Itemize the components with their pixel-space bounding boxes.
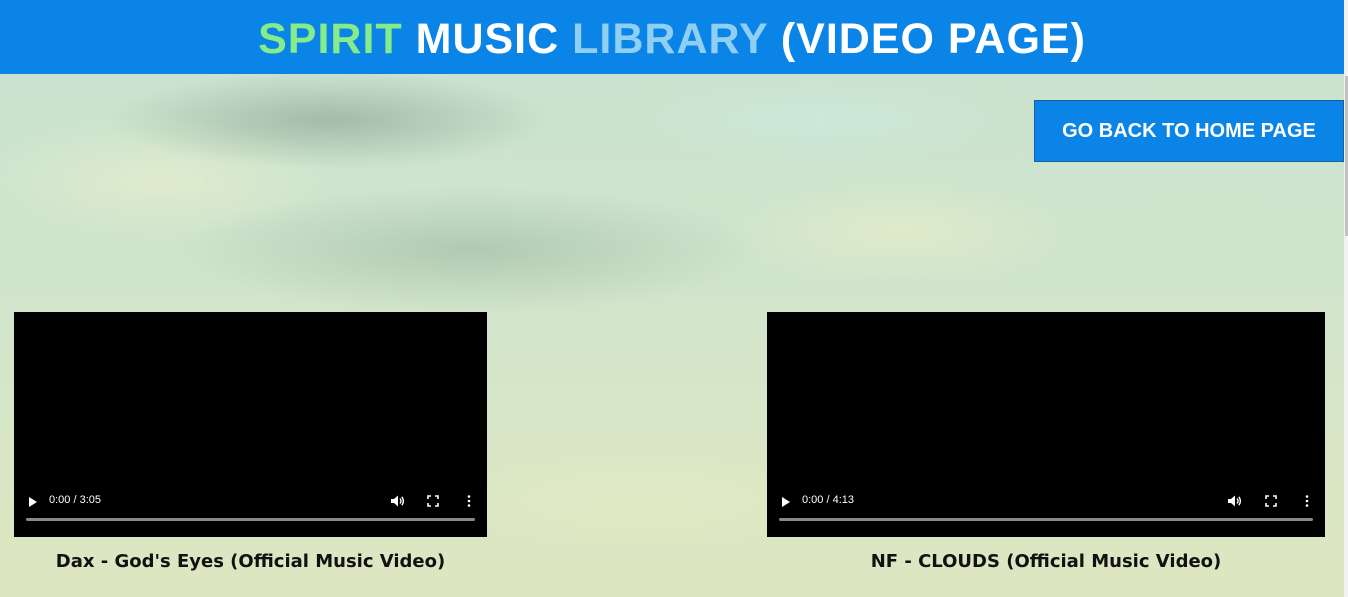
page-scrollbar[interactable]	[1344, 0, 1348, 597]
fullscreen-icon[interactable]	[1265, 495, 1277, 507]
volume-icon[interactable]	[390, 494, 406, 508]
video-controls: 0:00 / 3:05	[14, 487, 487, 537]
go-back-home-button[interactable]: GO BACK TO HOME PAGE	[1034, 100, 1344, 162]
video-player-dax[interactable]: 0:00 / 3:05	[14, 312, 487, 537]
video-time: 0:00 / 4:13	[802, 494, 854, 506]
more-options-icon[interactable]	[467, 495, 471, 507]
title-word-library: LIBRARY	[572, 15, 768, 63]
more-options-icon[interactable]	[1305, 495, 1309, 507]
video-controls: 0:00 / 4:13	[767, 487, 1325, 537]
play-icon[interactable]	[29, 497, 37, 507]
video-progress-bar[interactable]	[779, 518, 1313, 521]
title-word-music: MUSIC	[415, 15, 560, 63]
video-time: 0:00 / 3:05	[49, 494, 101, 506]
video-progress-bar[interactable]	[26, 518, 475, 521]
title-word-spirit: SPIRIT	[258, 15, 403, 63]
play-icon[interactable]	[782, 497, 790, 507]
title-word-video-page: (VIDEO PAGE)	[780, 15, 1086, 63]
page-header: SPIRIT MUSIC LIBRARY (VIDEO PAGE)	[0, 0, 1344, 74]
video-caption: NF - CLOUDS (Official Music Video)	[870, 551, 1222, 572]
video-player-nf[interactable]: 0:00 / 4:13	[767, 312, 1325, 537]
fullscreen-icon[interactable]	[427, 495, 439, 507]
volume-icon[interactable]	[1227, 494, 1243, 508]
video-caption: Dax - God's Eyes (Official Music Video)	[55, 551, 446, 572]
